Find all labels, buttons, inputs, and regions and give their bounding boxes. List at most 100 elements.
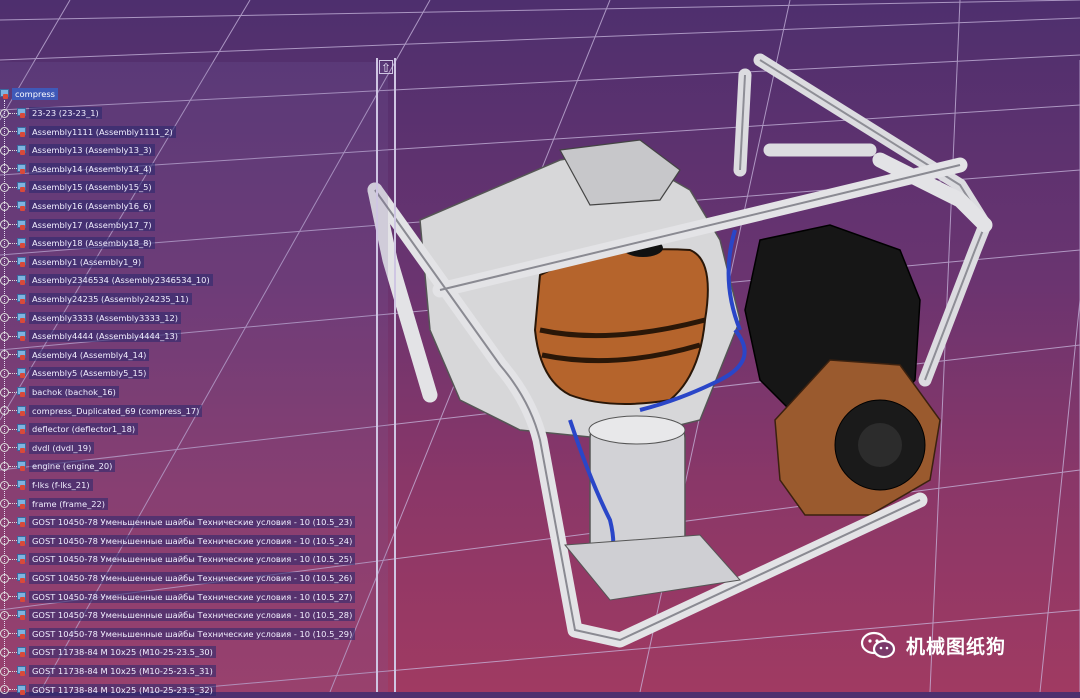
tree-node[interactable]: GOST 10450-78 Уменьшенные шайбы Техничес… (0, 570, 356, 586)
part-icon (17, 666, 27, 676)
tree-node[interactable]: bachok (bachok_16) (0, 384, 119, 400)
expand-toggle-icon[interactable] (0, 647, 9, 657)
tree-node[interactable]: Assembly1 (Assembly1_9) (0, 254, 145, 270)
expand-toggle-icon[interactable] (0, 201, 9, 211)
tree-node-label: 23-23 (23-23_1) (29, 107, 102, 119)
tree-connector (9, 354, 17, 356)
tree-node[interactable]: Assembly4444 (Assembly4444_13) (0, 328, 182, 344)
tree-node[interactable]: dvdl (dvdl_19) (0, 440, 95, 456)
expand-toggle-icon[interactable] (0, 127, 9, 137)
expand-toggle-icon[interactable] (0, 443, 9, 453)
expand-toggle-icon[interactable] (0, 517, 9, 527)
tree-node-label: Assembly17 (Assembly17_7) (29, 218, 155, 231)
expand-toggle-icon[interactable] (0, 108, 9, 118)
tree-node[interactable]: f-lks (f-lks_21) (0, 477, 93, 493)
part-icon (17, 163, 27, 174)
expand-toggle-icon[interactable] (0, 499, 9, 509)
expand-toggle-icon[interactable] (0, 610, 9, 620)
tree-node[interactable]: Assembly14 (Assembly14_4) (0, 161, 155, 177)
tree-node[interactable]: frame (frame_22) (0, 496, 109, 512)
tree-node[interactable]: GOST 11738-84 M 10x25 (M10-25-23.5_31) (0, 663, 216, 679)
expand-toggle-icon[interactable] (0, 275, 9, 285)
expand-toggle-icon[interactable] (0, 182, 9, 192)
expand-toggle-icon[interactable] (0, 573, 9, 583)
tree-node[interactable]: Assembly15 (Assembly15_5) (0, 179, 155, 195)
part-icon (17, 219, 27, 230)
tree-node[interactable]: GOST 10450-78 Уменьшенные шайбы Техничес… (0, 607, 356, 623)
expand-toggle-icon[interactable] (0, 536, 9, 546)
tree-node-label: Assembly4444 (Assembly4444_13) (29, 330, 182, 343)
tree-node[interactable]: Assembly1111 (Assembly1111_2) (0, 124, 176, 140)
part-icon (17, 256, 27, 267)
expand-toggle-icon[interactable] (0, 461, 9, 471)
part-icon (17, 647, 27, 658)
expand-toggle-icon[interactable] (0, 554, 9, 564)
tree-node[interactable]: GOST 10450-78 Уменьшенные шайбы Техничес… (0, 626, 356, 642)
tree-node[interactable]: GOST 10450-78 Уменьшенные шайбы Техничес… (0, 551, 356, 567)
expand-toggle-icon[interactable] (0, 294, 9, 304)
tree-node[interactable]: Assembly2346534 (Assembly2346534_10) (0, 272, 213, 288)
part-icon (17, 238, 27, 249)
tree-node[interactable]: Assembly13 (Assembly13_3) (0, 142, 155, 158)
expand-toggle-icon[interactable] (0, 685, 9, 695)
part-icon (17, 610, 27, 621)
tree-node-label: deflector (deflector1_18) (29, 423, 139, 436)
tree-node[interactable]: GOST 11738-84 M 10x25 (M10-25-23.5_32) (0, 682, 216, 698)
expand-toggle-icon[interactable] (0, 238, 9, 248)
tree-connector (9, 279, 17, 281)
part-icon (17, 535, 27, 546)
expand-toggle-icon[interactable] (0, 424, 9, 434)
part-icon (17, 554, 27, 565)
expand-toggle-icon[interactable] (0, 592, 9, 602)
expand-toggle-icon[interactable] (0, 164, 9, 174)
3d-viewport[interactable]: ⇧ compress 23-23 (23-23_1) Assembly1111 (… (0, 0, 1080, 696)
watermark: 机械图纸狗 (860, 628, 1006, 662)
tree-node[interactable]: GOST 10450-78 Уменьшенные шайбы Техничес… (0, 533, 356, 549)
tree-connector (9, 410, 17, 412)
scroll-up-icon[interactable]: ⇧ (379, 60, 393, 75)
tree-root-node[interactable]: compress (0, 86, 58, 102)
tree-node-label: Assembly18 (Assembly18_8) (29, 237, 155, 250)
expand-toggle-icon[interactable] (0, 629, 9, 639)
part-icon (17, 145, 27, 156)
tree-scrollbar[interactable]: ⇧ (376, 58, 396, 692)
tree-node[interactable]: Assembly16 (Assembly16_6) (0, 198, 155, 214)
tree-node-label: Assembly15 (Assembly15_5) (29, 181, 155, 194)
tree-connector (9, 596, 17, 598)
tree-node-label: Assembly16 (Assembly16_6) (29, 200, 155, 212)
part-icon (17, 126, 27, 137)
tree-node[interactable]: 23-23 (23-23_1) (0, 105, 102, 121)
expand-toggle-icon[interactable] (0, 313, 9, 323)
tree-node[interactable]: Assembly4 (Assembly4_14) (0, 347, 150, 363)
tree-node[interactable]: Assembly24235 (Assembly24235_11) (0, 291, 192, 307)
tree-connector (9, 298, 17, 300)
expand-toggle-icon[interactable] (0, 387, 9, 397)
tree-node[interactable]: Assembly3333 (Assembly3333_12) (0, 310, 182, 326)
tree-node[interactable]: deflector (deflector1_18) (0, 421, 139, 437)
tree-node[interactable]: Assembly5 (Assembly5_15) (0, 365, 150, 381)
tree-node[interactable]: GOST 10450-78 Уменьшенные шайбы Техничес… (0, 589, 356, 605)
expand-toggle-icon[interactable] (0, 350, 9, 360)
tree-node-label: GOST 10450-78 Уменьшенные шайбы Техничес… (29, 590, 356, 603)
part-icon (17, 461, 27, 472)
expand-toggle-icon[interactable] (0, 368, 9, 378)
part-icon (17, 424, 27, 435)
expand-toggle-icon[interactable] (0, 331, 9, 341)
tree-node[interactable]: GOST 10450-78 Уменьшенные шайбы Техничес… (0, 514, 356, 530)
part-icon (17, 312, 27, 323)
tree-node[interactable]: compress_Duplicated_69 (compress_17) (0, 403, 203, 419)
tree-node[interactable]: GOST 11738-84 M 10x25 (M10-25-23.5_30) (0, 644, 216, 660)
expand-toggle-icon[interactable] (0, 480, 9, 490)
tree-node-label: Assembly5 (Assembly5_15) (29, 367, 150, 380)
part-icon (17, 405, 27, 416)
tree-connector (9, 391, 17, 393)
expand-toggle-icon[interactable] (0, 145, 9, 155)
tree-node[interactable]: Assembly18 (Assembly18_8) (0, 235, 155, 251)
tree-node[interactable]: engine (engine_20) (0, 458, 116, 474)
expand-toggle-icon[interactable] (0, 406, 9, 416)
expand-toggle-icon[interactable] (0, 257, 9, 267)
tree-node[interactable]: Assembly17 (Assembly17_7) (0, 217, 155, 233)
expand-toggle-icon[interactable] (0, 220, 9, 230)
expand-toggle-icon[interactable] (0, 666, 9, 676)
part-icon (17, 591, 27, 602)
